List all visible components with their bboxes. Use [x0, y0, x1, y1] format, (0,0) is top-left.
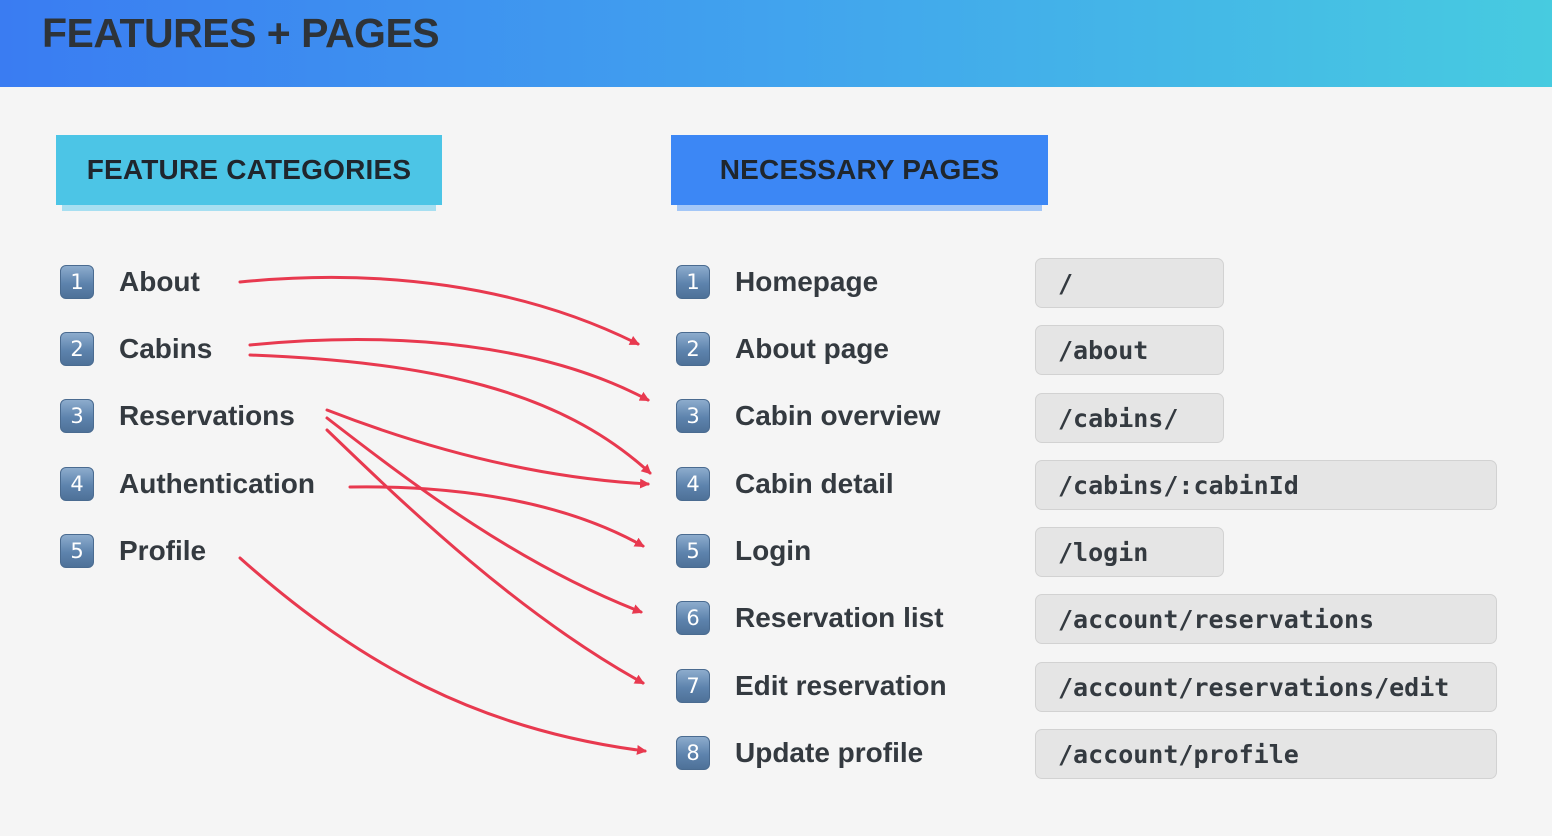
arrow-reservations-to-reservation-list: [325, 416, 643, 614]
arrow-cabins-to-cabin-overview: [248, 338, 650, 402]
arrow-about-to-about-page: [238, 275, 640, 346]
feature-page-arrows: [238, 275, 652, 755]
arrow-authentication-to-login: [348, 485, 645, 548]
arrow-reservations-to-edit-reservation: [325, 428, 645, 685]
arrow-cabins-to-cabin-detail: [248, 353, 652, 475]
arrow-reservations-to-cabin-detail: [325, 408, 650, 489]
